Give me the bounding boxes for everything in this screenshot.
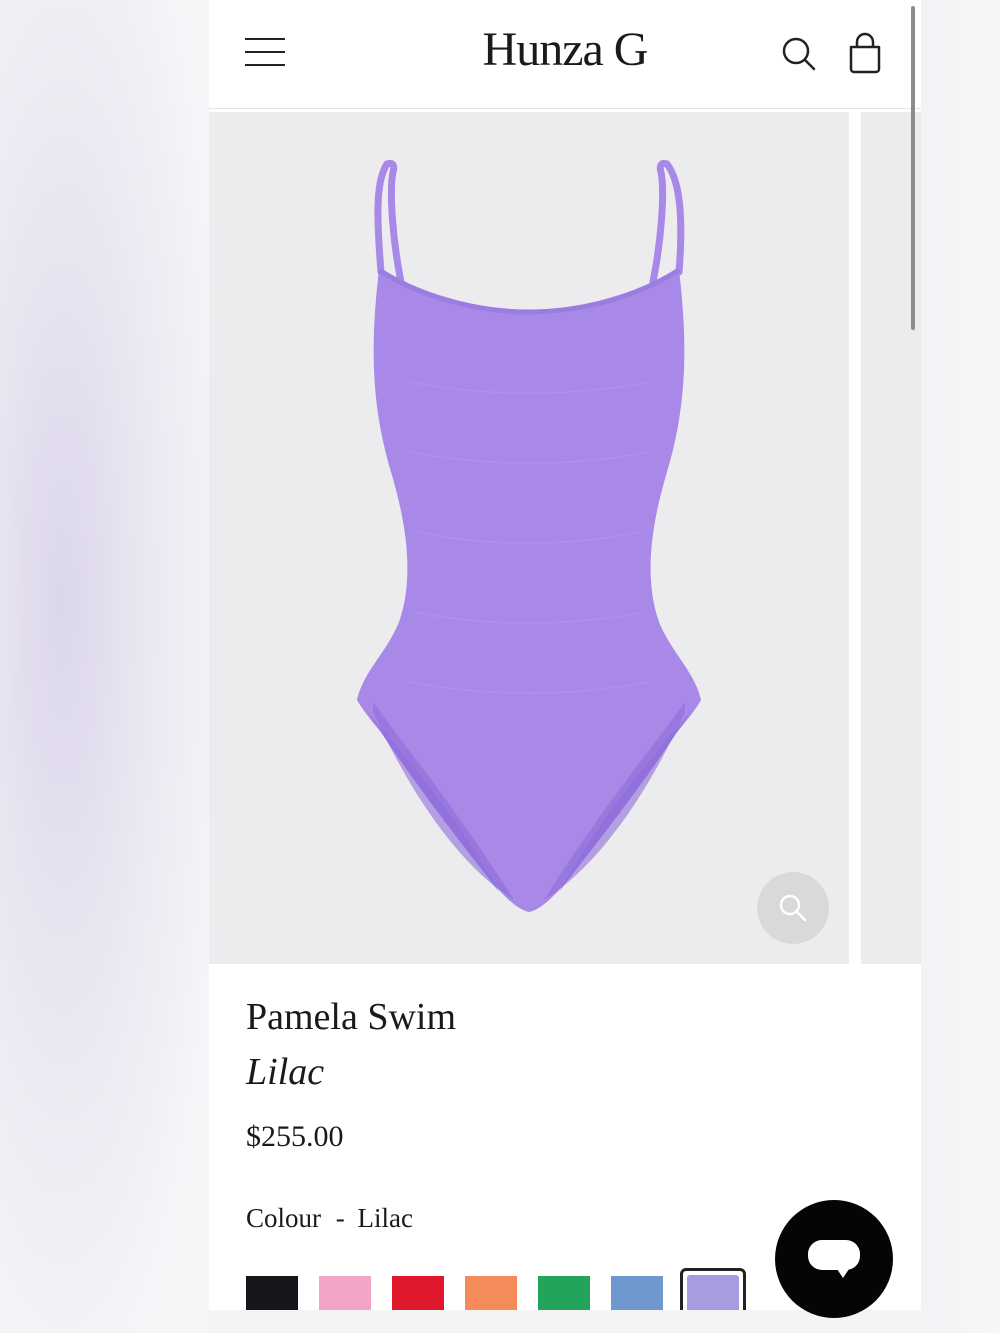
swimsuit-image (357, 160, 701, 912)
blurred-backdrop (0, 0, 210, 1333)
product-title: Pamela Swim (246, 996, 457, 1038)
colour-separator: - (335, 1203, 345, 1233)
chat-icon (808, 1240, 860, 1270)
chat-icon-tail (835, 1266, 851, 1278)
shopping-bag-icon[interactable] (845, 32, 885, 74)
colour-label: Colour (246, 1203, 322, 1233)
scrollbar[interactable] (911, 6, 915, 330)
zoom-icon (779, 894, 807, 922)
product-price: $255.00 (246, 1120, 344, 1153)
search-icon[interactable] (779, 34, 819, 74)
swatch-green[interactable] (538, 1276, 590, 1310)
swatch-black[interactable] (246, 1276, 298, 1310)
colour-swatches (246, 1268, 806, 1310)
swatch-blue[interactable] (611, 1276, 663, 1310)
chat-button[interactable] (775, 1200, 893, 1318)
blurred-backdrop-right (920, 0, 1000, 1333)
product-gallery[interactable] (209, 112, 921, 964)
colour-value: Lilac (357, 1203, 413, 1233)
swatch-orange[interactable] (465, 1276, 517, 1310)
site-header: Hunza G (209, 0, 921, 109)
colour-selector-label: Colour - Lilac (246, 1203, 413, 1234)
swimsuit-body (357, 270, 701, 912)
swatch-fill (687, 1275, 739, 1310)
swatch-pink[interactable] (319, 1276, 371, 1310)
swatch-red[interactable] (392, 1276, 444, 1310)
mobile-page: Hunza G Pamela Swim Lilac $255.00 Colour… (209, 0, 921, 1310)
product-image-slide[interactable] (209, 112, 849, 964)
zoom-button[interactable] (757, 872, 829, 944)
swatch-lilac[interactable] (680, 1268, 746, 1310)
product-variant: Lilac (246, 1051, 325, 1093)
